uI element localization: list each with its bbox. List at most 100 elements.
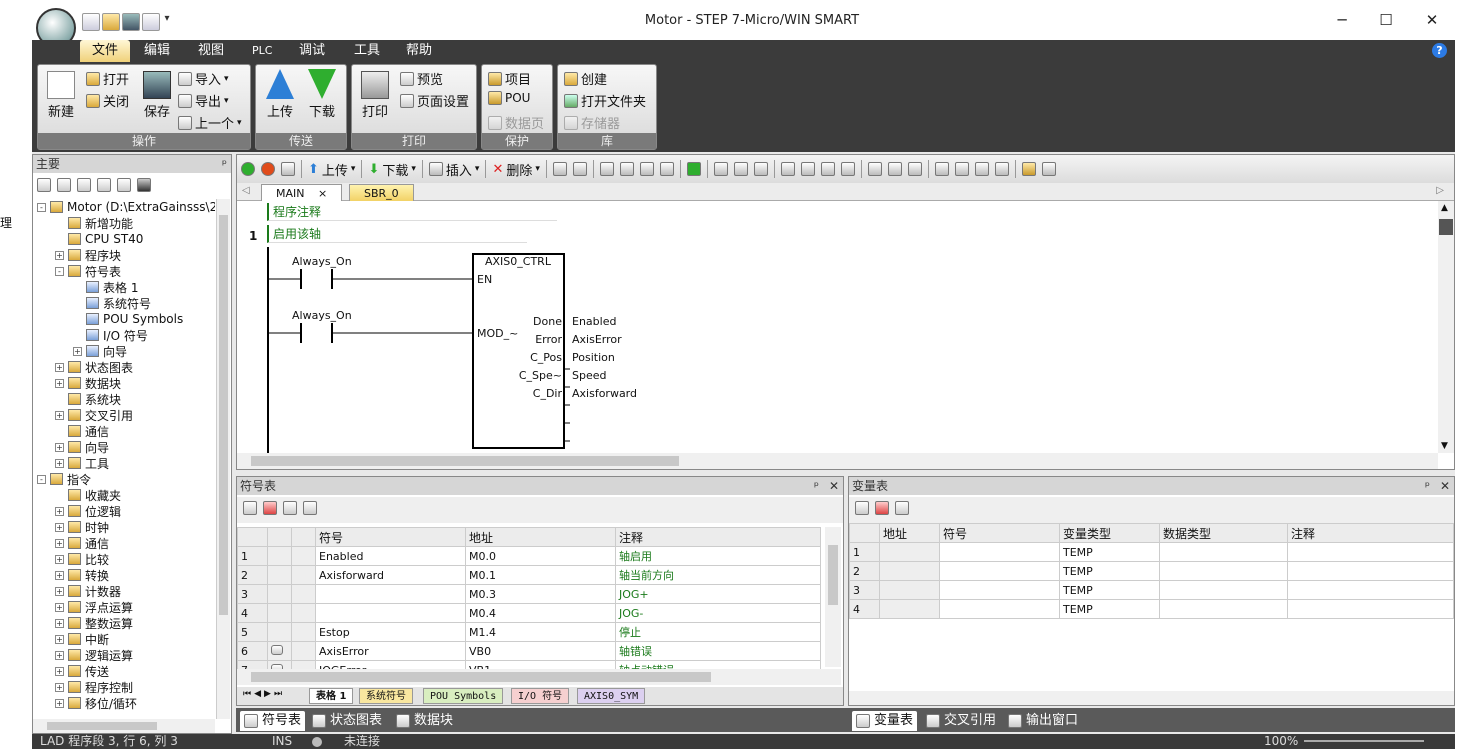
scroll-up-icon[interactable]: ▲ — [1441, 203, 1448, 213]
collapse-icon[interactable]: - — [37, 474, 46, 484]
tree-item[interactable]: 系统符号 — [73, 295, 151, 311]
page-setup-button[interactable]: 页面设置 — [400, 91, 469, 110]
output-symbol[interactable]: Position — [572, 351, 615, 364]
tab-scroll-right-icon[interactable]: ▷ — [1436, 185, 1444, 196]
arrow-right-icon[interactable] — [639, 162, 654, 176]
comment-cell[interactable]: JOG+ — [615, 584, 821, 604]
tab-help[interactable]: 帮助 — [394, 40, 444, 62]
print-button[interactable]: 打印 — [358, 71, 392, 120]
tree-item[interactable]: 通信 — [55, 423, 109, 439]
tree-item[interactable]: 收藏夹 — [55, 487, 121, 503]
table-row[interactable]: 3 M0.3 JOG+ — [237, 584, 821, 604]
storage-button[interactable]: 存储器 — [564, 113, 620, 132]
edit2-icon[interactable] — [994, 162, 1009, 176]
upload-button[interactable]: 上传 — [262, 69, 298, 120]
bottom-tab-symbol-table[interactable]: 符号表 — [240, 711, 306, 731]
address-cell[interactable]: M0.3 — [465, 584, 616, 604]
tab-scroll-left-icon[interactable]: ◁ — [242, 185, 250, 196]
row-icon-cell[interactable] — [291, 603, 316, 623]
bottom-tab-output-window[interactable]: 输出窗口 — [1004, 711, 1082, 731]
col-address[interactable]: 地址 — [879, 523, 940, 543]
export-button[interactable]: 导出 ▾ — [178, 91, 229, 110]
col-comment[interactable]: 注释 — [1287, 523, 1454, 543]
symbol-cell[interactable]: Axisforward — [315, 565, 466, 585]
expand-icon[interactable]: + — [55, 666, 64, 676]
list-icon[interactable] — [97, 178, 111, 192]
table-row[interactable]: 5 Estop M1.4 停止 — [237, 622, 821, 642]
bottom-tab-variable-table[interactable]: 变量表 — [852, 711, 918, 731]
bookmark-icon[interactable] — [572, 162, 587, 176]
expand-icon[interactable]: + — [55, 362, 64, 372]
line-icon[interactable] — [840, 162, 855, 176]
symbol-table-hscroll[interactable] — [237, 669, 841, 685]
comment-cell[interactable] — [1287, 542, 1454, 562]
insert-button[interactable]: 插入 ▾ — [428, 160, 479, 179]
tree-item[interactable]: + 通信 — [55, 535, 109, 551]
tree-item[interactable]: + 计数器 — [55, 583, 121, 599]
qat-dropdown-icon[interactable]: ▾ — [162, 13, 172, 33]
download-button[interactable]: 下载 — [304, 69, 340, 120]
comment-icon[interactable] — [934, 162, 949, 176]
expand-icon[interactable]: + — [55, 602, 64, 612]
comment-cell[interactable]: 轴启用 — [615, 546, 821, 566]
table-row[interactable]: 2 TEMP — [849, 561, 1454, 581]
tab-edit[interactable]: 编辑 — [132, 40, 182, 62]
tree-item[interactable]: + 中断 — [55, 631, 109, 647]
table-row[interactable]: 4 TEMP — [849, 599, 1454, 619]
expand-icon[interactable]: + — [55, 618, 64, 628]
symbol-cell[interactable] — [315, 584, 466, 604]
close-tab-icon[interactable]: × — [318, 187, 327, 200]
clear-icon[interactable] — [659, 162, 674, 176]
col-symbol[interactable]: 符号 — [315, 527, 466, 547]
sheet-nav-icon[interactable]: ⏮◀▶⏭ — [243, 689, 285, 699]
tab-main[interactable]: MAIN × — [261, 184, 343, 201]
tree-item[interactable]: + 工具 — [55, 455, 109, 471]
output-symbol[interactable]: Speed — [572, 369, 606, 382]
tree-item[interactable]: + 程序块 — [55, 247, 121, 263]
close-panel-icon[interactable]: ✕ — [1440, 477, 1450, 495]
table-row[interactable]: 1 Enabled M0.0 轴启用 — [237, 546, 821, 566]
table-row[interactable]: 2 Axisforward M0.1 轴当前方向 — [237, 565, 821, 585]
print-icon[interactable] — [142, 13, 160, 31]
expand-icon[interactable]: + — [55, 554, 64, 564]
lock2-icon[interactable] — [733, 162, 748, 176]
tree-item[interactable]: - 指令 — [37, 471, 91, 487]
protect-project-button[interactable]: 项目 — [488, 69, 531, 88]
col-comment[interactable]: 注释 — [615, 527, 821, 547]
pin-icon[interactable]: ᵖ — [1425, 477, 1430, 495]
symbol-cell[interactable] — [939, 542, 1060, 562]
symbol-cell[interactable]: AxisError — [315, 641, 466, 661]
add-row-icon[interactable] — [243, 501, 257, 515]
key-icon[interactable] — [1021, 162, 1036, 176]
row-icon-cell[interactable] — [267, 565, 292, 585]
coil-icon[interactable] — [887, 162, 902, 176]
bottom-tab-status-chart[interactable]: 状态图表 — [308, 711, 386, 731]
table-icon[interactable] — [57, 178, 71, 192]
scroll-thumb[interactable] — [47, 722, 157, 730]
go-icon[interactable] — [686, 162, 701, 176]
comment-cell[interactable]: JOG- — [615, 603, 821, 623]
close-button[interactable]: 关闭 — [86, 91, 129, 110]
symbol-table-vscroll[interactable] — [825, 527, 841, 667]
address-cell[interactable] — [879, 561, 940, 581]
previous-button[interactable]: 上一个 ▾ — [178, 113, 242, 132]
editor-upload-button[interactable]: ⬆ 上传 ▾ — [308, 160, 355, 179]
scroll-thumb[interactable] — [1439, 219, 1453, 235]
tree-item[interactable]: CPU ST40 — [55, 231, 143, 247]
sort-icon[interactable] — [895, 501, 909, 515]
comment-cell[interactable]: 轴错误 — [615, 641, 821, 661]
tree-item[interactable]: + 时钟 — [55, 519, 109, 535]
monitor-icon[interactable] — [137, 178, 151, 192]
col-var-type[interactable]: 变量类型 — [1059, 523, 1160, 543]
lock3-icon[interactable] — [753, 162, 768, 176]
tree-item[interactable]: + 逻辑运算 — [55, 647, 133, 663]
comment-cell[interactable] — [1287, 561, 1454, 581]
save-button[interactable]: 保存 — [140, 71, 174, 120]
output-symbol[interactable]: AxisError — [572, 333, 622, 346]
sheet-tab-axis[interactable]: AXIS0_SYM — [577, 688, 646, 704]
delete-row-icon[interactable] — [263, 501, 277, 515]
symbol-cell[interactable]: Enabled — [315, 546, 466, 566]
comment-cell[interactable] — [1287, 599, 1454, 619]
sheet-tab-system[interactable]: 系统符号 — [359, 688, 413, 704]
sort-icon[interactable] — [303, 501, 317, 515]
